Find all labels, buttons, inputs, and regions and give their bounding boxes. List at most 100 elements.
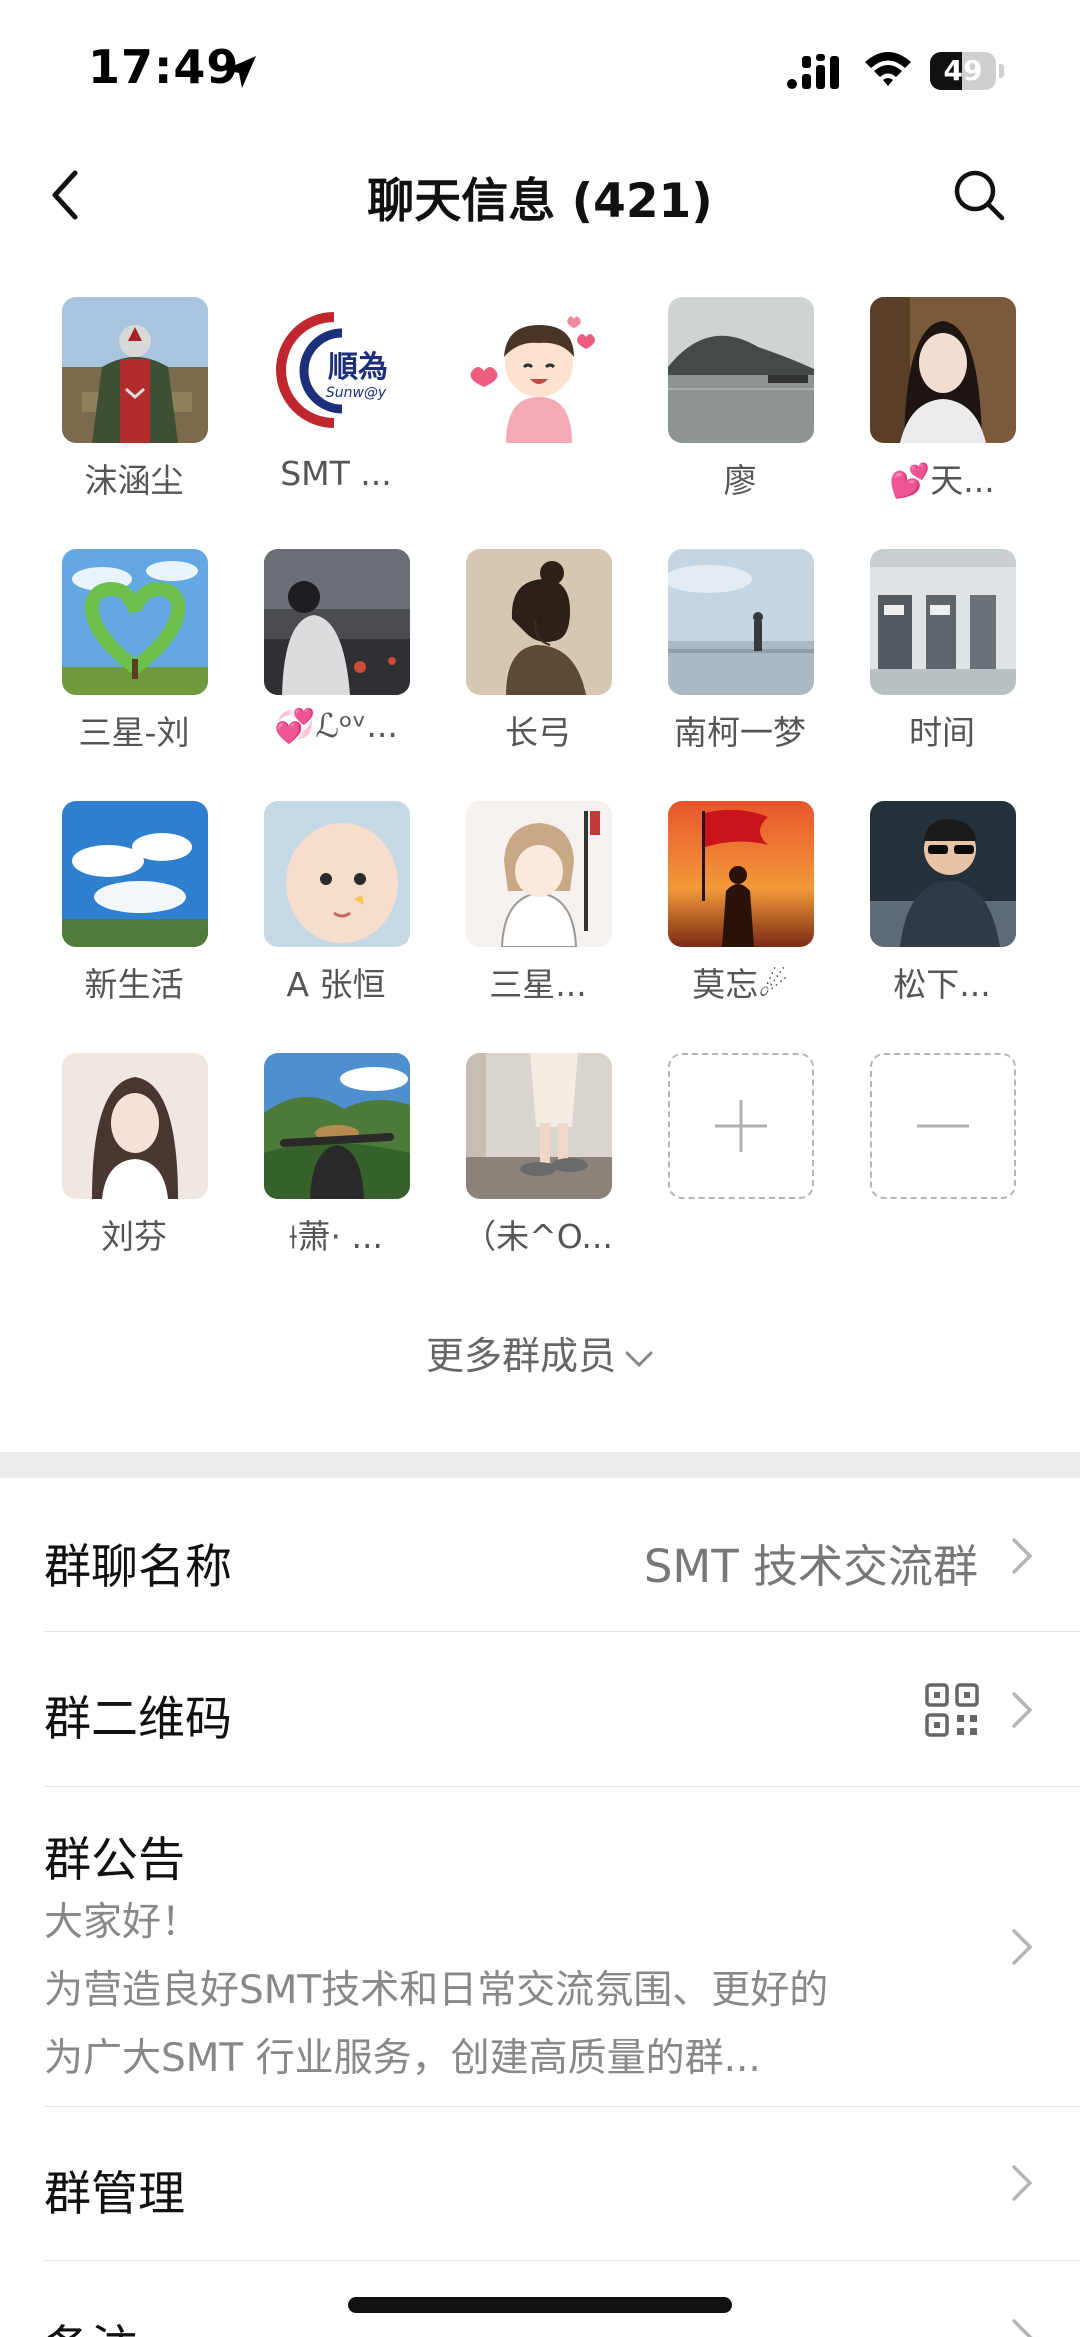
remove-member-box[interactable] [870,1053,1016,1199]
member-name: 新生活 [84,965,184,1004]
member-name: 刘芬 [101,1217,167,1256]
member-avatar [466,297,612,443]
member-item[interactable]: 沫涵尘 [34,282,234,522]
member-name: 长弓 [505,713,571,752]
member-item[interactable]: 💕天... [842,282,1042,522]
member-avatar [668,297,814,443]
member-avatar [466,801,612,947]
add-member-button[interactable] [640,1038,840,1278]
plus-icon [715,1100,767,1152]
section-separator [0,1452,1080,1478]
member-item[interactable]: 刘芬 [34,1038,234,1278]
status-bar: 17:49 49 [0,0,1080,140]
wifi-icon [865,52,911,86]
group-name-value: SMT 技术交流群 [643,1540,978,1593]
member-avatar [62,1053,208,1199]
member-item[interactable]: 💞ℒᵒᵛ... [236,534,436,774]
group-manage-label: 群管理 [44,2167,185,2222]
member-avatar [62,297,208,443]
group-name-row[interactable]: 群聊名称 SMT 技术交流群 [0,1478,1080,1632]
page-title: 聊天信息 (421) [367,174,713,229]
member-name: 💞ℒᵒᵛ... [274,706,398,745]
member-name: 莫忘☄ [692,965,788,1004]
member-name: 三星-刘 [78,713,190,752]
member-name: 松下... [893,965,991,1004]
announcement-text: 大家好！ 为营造良好SMT技术和日常交流氛围、更好的 为广大SMT 行业服务，创… [44,1889,974,2093]
member-item[interactable]: ⟊萧· ... [236,1038,436,1278]
member-avatar [62,801,208,947]
member-item[interactable]: 三星-刘 [34,534,234,774]
battery-icon: 49 [930,52,1004,90]
member-item[interactable] [438,282,638,522]
member-item[interactable]: 时间 [842,534,1042,774]
member-avatar [668,549,814,695]
member-name: 时间 [909,713,975,752]
member-item[interactable]: 长弓 [438,534,638,774]
member-name: （未^O... [463,1217,613,1256]
member-item[interactable]: 南柯一梦 [640,534,840,774]
member-avatar [466,549,612,695]
member-grid: 沫涵尘 順為 Sunw@y SMT ... 廖 💕天... 三星-刘 💞ℒᵒᵛ.… [0,282,1080,1292]
announcement-row[interactable]: 群公告 大家好！ 为营造良好SMT技术和日常交流氛围、更好的 为广大SMT 行业… [0,1787,1080,2107]
chevron-right-icon [1012,2319,1033,2337]
battery-level: 49 [943,54,983,87]
nav-bar: 聊天信息 (421) [0,140,1080,250]
add-member-box[interactable] [668,1053,814,1199]
member-item[interactable]: 莫忘☄ [640,786,840,1026]
member-name: 沫涵尘 [84,461,184,500]
member-item[interactable]: （未^O... [438,1038,638,1278]
member-avatar [264,549,410,695]
group-manage-row[interactable]: 群管理 [0,2107,1080,2261]
announcement-line: 为营造良好SMT技术和日常交流氛围、更好的 [44,1968,829,2013]
member-name: 南柯一梦 [674,713,806,752]
search-button[interactable] [944,160,1014,230]
home-indicator[interactable] [348,2297,732,2313]
location-arrow-icon [224,56,256,88]
announcement-label: 群公告 [44,1833,185,1888]
chevron-down-icon [625,1351,653,1367]
member-avatar [466,1053,612,1199]
member-name: 💕天... [889,461,995,500]
member-avatar [870,801,1016,947]
cellular-signal-icon [787,54,839,89]
group-name-label: 群聊名称 [44,1540,232,1595]
member-name: 廖 [723,461,757,500]
member-avatar [62,549,208,695]
member-item[interactable]: 廖 [640,282,840,522]
member-item[interactable]: A 张恒 [236,786,436,1026]
qr-code-icon [925,1683,979,1737]
member-name: ⟊萧· ... [289,1217,383,1256]
remark-label: 备注 [44,2309,138,2337]
group-qr-row[interactable]: 群二维码 [0,1632,1080,1787]
member-avatar [870,549,1016,695]
member-item[interactable]: 三星... [438,786,638,1026]
member-avatar: 順為 Sunw@y [264,297,410,443]
member-avatar [870,297,1016,443]
member-name: SMT ... [280,454,392,493]
status-time: 17:49 [88,40,240,94]
member-name: 三星... [489,965,587,1004]
chevron-right-icon [1012,2165,1033,2201]
chevron-right-icon [1012,1538,1033,1574]
logo-subtext: Sunw@y [326,385,387,401]
member-item[interactable]: 順為 Sunw@y SMT ... [236,282,436,522]
announcement-line: 为广大SMT 行业服务，创建高质量的群... [44,2036,761,2081]
member-item[interactable]: 松下... [842,786,1042,1026]
member-avatar [264,1053,410,1199]
group-qr-label: 群二维码 [44,1692,232,1747]
chevron-left-icon [52,170,78,220]
search-icon [954,170,1005,221]
member-avatar [264,801,410,947]
chat-info-screen: 17:49 49 聊天信息 (421) 沫涵尘 順為 Sunw@y SMT ..… [0,0,1080,2337]
minus-icon [917,1124,969,1128]
member-avatar [668,801,814,947]
remove-member-button[interactable] [842,1038,1042,1278]
member-name: A 张恒 [286,965,386,1004]
announcement-line: 大家好！ [44,1900,201,1945]
logo-text: 順為 [328,350,388,385]
more-members-button[interactable]: 更多群成员 [340,1325,740,1380]
back-button[interactable] [30,160,100,230]
more-members-label: 更多群成员 [425,1334,616,1378]
member-item[interactable]: 新生活 [34,786,234,1026]
chevron-right-icon [1012,1929,1033,1965]
